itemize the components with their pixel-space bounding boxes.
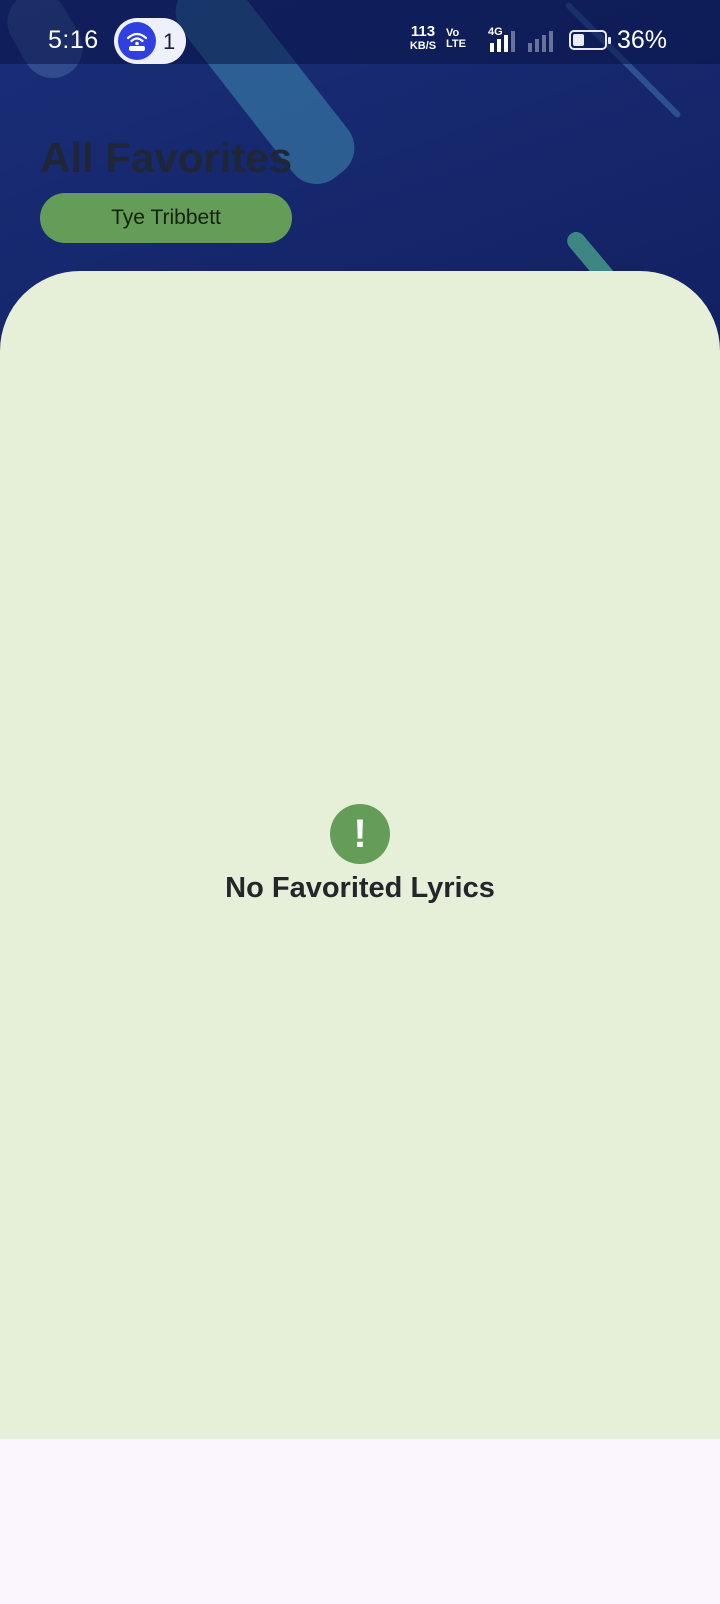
battery-icon [569,30,611,50]
volte-indicator: Vo LTE [446,28,466,50]
status-time: 5:16 [48,26,99,54]
wifi-hotspot-icon [118,22,156,60]
volte-bottom: LTE [446,38,466,50]
empty-state-message: No Favorited Lyrics [225,872,495,904]
bottom-area [0,1439,720,1604]
status-bar: 5:16 1 113 KB/S Vo LTE 4G 36% [0,0,720,64]
hotspot-indicator[interactable]: 1 [114,18,186,64]
page-title: All Favorites [40,134,293,181]
hotspot-count: 1 [163,29,176,54]
battery-level-fill [573,34,584,46]
exclamation-icon: ! [330,804,390,864]
signal-strength-icon [490,31,515,52]
network-speed-unit: KB/S [409,40,437,52]
battery-percent: 36% [617,26,668,54]
artist-filter-chip[interactable]: Tye Tribbett [40,193,292,243]
signal-strength-2-icon [528,31,553,52]
network-speed: 113 KB/S [406,23,440,52]
network-speed-value: 113 [410,23,436,40]
